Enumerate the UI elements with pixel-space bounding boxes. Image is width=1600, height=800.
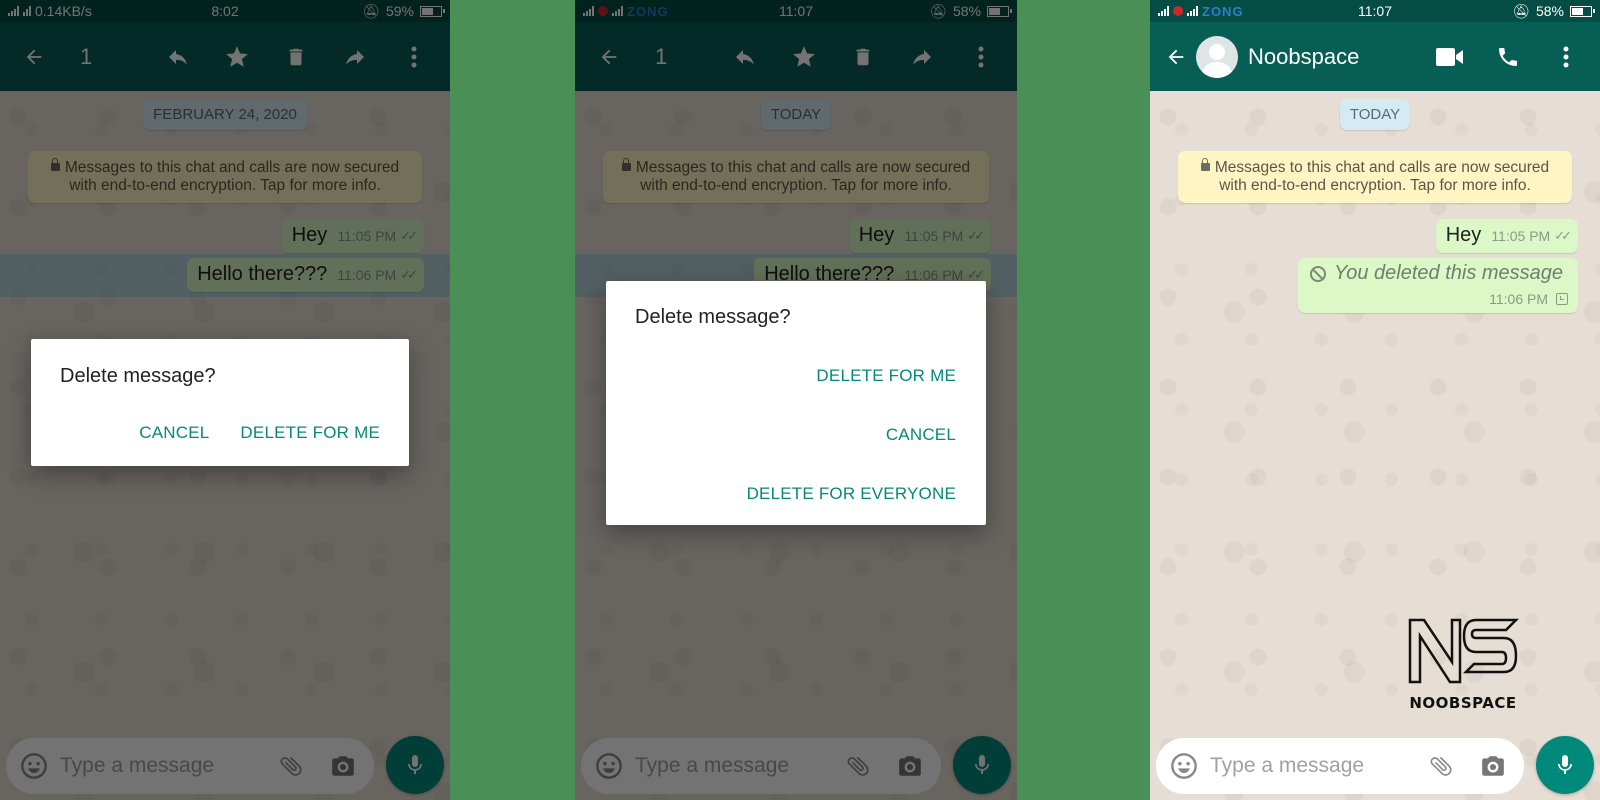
mute-bell-icon: 🔕︎ bbox=[1512, 2, 1530, 19]
delete-for-me-button[interactable]: DELETE FOR ME bbox=[816, 366, 956, 386]
signal-icon bbox=[1187, 6, 1198, 16]
cancel-button[interactable]: CANCEL bbox=[886, 425, 956, 445]
voice-message-button[interactable] bbox=[1536, 736, 1594, 794]
battery-percent: 58% bbox=[1535, 3, 1565, 19]
deleted-ban-icon bbox=[1310, 265, 1326, 282]
dialog-title: Delete message? bbox=[60, 365, 216, 387]
date-chip: TODAY bbox=[1339, 99, 1411, 130]
carrier-logo-icon bbox=[1173, 6, 1183, 16]
status-bar: ZONG 11:07 🔕︎ 58% bbox=[1150, 0, 1600, 22]
video-call-button[interactable] bbox=[1434, 41, 1466, 73]
message-bubble[interactable]: Hey 11:05 PM✓✓ bbox=[1435, 219, 1578, 253]
camera-icon bbox=[1482, 756, 1504, 776]
phone-screen-3: ZONG 11:07 🔕︎ 58% Noobspace TODAY Messag… bbox=[1150, 0, 1600, 800]
delete-dialog: Delete message? DELETE FOR ME CANCEL DEL… bbox=[606, 281, 986, 525]
phone-icon bbox=[1499, 47, 1517, 66]
more-options-button[interactable] bbox=[1550, 41, 1582, 73]
cancel-button[interactable]: CANCEL bbox=[139, 423, 209, 443]
voice-call-button[interactable] bbox=[1492, 41, 1524, 73]
arrow-left-icon bbox=[1168, 49, 1184, 64]
encryption-notice[interactable]: Messages to this chat and calls are now … bbox=[1178, 151, 1572, 203]
noobspace-watermark: NOOBSPACE bbox=[1406, 616, 1520, 712]
delete-dialog: Delete message? CANCEL DELETE FOR ME bbox=[31, 339, 409, 466]
pending-clock-icon bbox=[1556, 293, 1568, 305]
message-time: 11:05 PM bbox=[1491, 228, 1551, 244]
conversation-header: Noobspace bbox=[1150, 22, 1600, 91]
phone-screen-1: 0.14KB/s 8:02 🔕︎ 59% 1 FEBRUARY 24, 2 bbox=[0, 0, 450, 800]
watermark-text: NOOBSPACE bbox=[1409, 694, 1517, 712]
battery-icon bbox=[1570, 5, 1596, 17]
ns-logo-icon bbox=[1408, 618, 1520, 684]
camera-button[interactable] bbox=[1476, 749, 1510, 783]
back-button[interactable] bbox=[1160, 41, 1192, 73]
message-composer: Type a message bbox=[1156, 738, 1524, 794]
video-camera-icon bbox=[1436, 47, 1463, 66]
signal-icon bbox=[1158, 6, 1169, 16]
clock: 11:07 bbox=[1358, 3, 1392, 19]
contact-avatar[interactable] bbox=[1196, 35, 1238, 78]
microphone-icon bbox=[1558, 755, 1572, 774]
carrier-name: ZONG bbox=[1202, 3, 1244, 19]
delete-for-me-button[interactable]: DELETE FOR ME bbox=[240, 423, 380, 443]
chat-area: TODAY Messages to this chat and calls ar… bbox=[1150, 91, 1600, 800]
deleted-message-text: You deleted this message bbox=[1334, 262, 1564, 284]
encryption-notice-text: Messages to this chat and calls are now … bbox=[1214, 159, 1550, 194]
message-time: 11:06 PM bbox=[1489, 291, 1548, 307]
contact-name[interactable]: Noobspace bbox=[1248, 44, 1434, 70]
message-text: Hey bbox=[1445, 224, 1482, 246]
dialog-title: Delete message? bbox=[635, 306, 791, 328]
paperclip-icon bbox=[1430, 756, 1452, 776]
deleted-message-bubble[interactable]: You deleted this message 11:06 PM bbox=[1298, 258, 1578, 313]
attach-button[interactable] bbox=[1424, 749, 1458, 783]
phone-screen-2: ZONG 11:07 🔕︎ 58% 1 TODAY Message bbox=[575, 0, 1017, 800]
lock-icon bbox=[1200, 158, 1210, 171]
more-vertical-icon bbox=[1563, 46, 1569, 67]
emoji-icon[interactable] bbox=[1170, 752, 1198, 780]
message-input[interactable]: Type a message bbox=[1210, 754, 1406, 778]
double-check-icon: ✓✓ bbox=[1554, 228, 1572, 243]
delete-for-everyone-button[interactable]: DELETE FOR EVERYONE bbox=[747, 484, 956, 504]
